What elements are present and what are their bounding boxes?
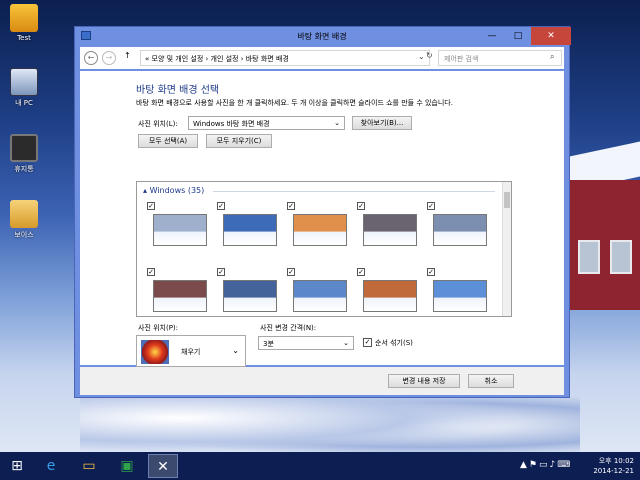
save-changes-button[interactable]: 변경 내용 저장 [388, 374, 460, 388]
wallpaper-tile[interactable]: ✓ [283, 266, 349, 316]
content-pane: 바탕 화면 배경 선택 바탕 화면 배경으로 사용할 사진을 한 개 클릭하세요… [80, 71, 564, 367]
wallpaper-tile[interactable]: ✓ [353, 200, 419, 264]
tile-checkbox[interactable]: ✓ [287, 268, 295, 276]
tile-checkbox[interactable]: ✓ [427, 268, 435, 276]
wallpaper-tile[interactable]: ✓ [143, 200, 209, 264]
location-label: 사진 위치(L): [138, 120, 178, 128]
wallpaper-thumbnail [153, 280, 207, 312]
position-label: 사진 위치(P): [138, 324, 179, 332]
forward-arrow-icon[interactable]: → [102, 51, 116, 65]
wallpaper-thumbnail [363, 280, 417, 312]
desktop-icon-recycle-bin[interactable]: 휴지통 [6, 134, 42, 174]
control-panel-taskbar-icon[interactable]: ✕ [148, 454, 178, 478]
taskbar: ⊞ e ▭ ▣ ✕ ▲⚑▭♪⌨ 오후 10:02 2014-12-21 [0, 452, 640, 480]
breadcrumb[interactable]: « 모양 및 개인 설정 › 개인 설정 › 바탕 화면 배경 [140, 50, 430, 66]
title-bar[interactable]: 바탕 화면 배경 — □ ✕ [75, 27, 571, 45]
wallpaper-thumbnail [223, 214, 277, 246]
tile-checkbox[interactable]: ✓ [287, 202, 295, 210]
tile-checkbox[interactable]: ✓ [357, 202, 365, 210]
picture-position-select[interactable]: 채우기 ⌄ [136, 335, 246, 367]
folder-icon [10, 200, 38, 228]
desktop-background-window: 바탕 화면 배경 — □ ✕ ← → ↑ « 모양 및 개인 설정 › 개인 설… [74, 26, 571, 398]
cancel-button[interactable]: 취소 [468, 374, 514, 388]
tile-checkbox[interactable]: ✓ [147, 268, 155, 276]
wallpaper-thumbnail [433, 280, 487, 312]
browse-button[interactable]: 찾아보기(B)... [352, 116, 412, 130]
tile-checkbox[interactable]: ✓ [427, 202, 435, 210]
wallpaper-gallery: ▴ Windows (35) ✓ ✓ ✓ ✓ ✓ ✓ ✓ ✓ ✓ ✓ [136, 181, 512, 317]
address-bar: ← → ↑ « 모양 및 개인 설정 › 개인 설정 › 바탕 화면 배경 ⌄ … [80, 47, 564, 69]
shuffle-checkbox[interactable]: ✓ [363, 338, 372, 347]
wallpaper-tile[interactable]: ✓ [143, 266, 209, 316]
back-arrow-icon[interactable]: ← [84, 51, 98, 65]
store-icon[interactable]: ▣ [112, 454, 142, 478]
recycle-bin-icon [10, 134, 38, 162]
wallpaper-tile[interactable]: ✓ [353, 266, 419, 316]
wallpaper-tile[interactable]: ✓ [213, 266, 279, 316]
select-all-button[interactable]: 모두 선택(A) [138, 134, 198, 148]
user-icon [10, 4, 38, 32]
wallpaper-thumbnail [223, 280, 277, 312]
interval-select[interactable]: 3분 ⌄ [258, 336, 354, 350]
wallpaper-thumbnail [293, 280, 347, 312]
close-button[interactable]: ✕ [531, 27, 571, 45]
wallpaper-thumbnail [153, 214, 207, 246]
wallpaper-tile[interactable]: ✓ [213, 200, 279, 264]
maximize-button[interactable]: □ [505, 27, 531, 45]
internet-explorer-icon[interactable]: e [36, 454, 66, 478]
computer-icon [10, 68, 38, 96]
picture-location-select[interactable]: Windows 바탕 화면 배경 ⌄ [188, 116, 345, 130]
tile-checkbox[interactable]: ✓ [217, 268, 225, 276]
wallpaper-thumbnail [363, 214, 417, 246]
up-arrow-icon[interactable]: ↑ [124, 51, 131, 60]
minimize-button[interactable]: — [479, 27, 505, 45]
refresh-icon[interactable]: ↻ [426, 51, 433, 60]
search-input[interactable]: 제어판 검색 [438, 50, 562, 66]
chevron-down-icon: ⌄ [232, 346, 239, 355]
interval-label: 사진 변경 간격(N): [260, 324, 317, 332]
start-windows-icon[interactable]: ⊞ [2, 454, 32, 478]
footer-bar: 변경 내용 저장 취소 [80, 367, 564, 395]
search-icon[interactable]: ⌕ [550, 52, 554, 62]
group-header[interactable]: ▴ Windows (35) [143, 186, 204, 195]
wallpaper-thumbnail [293, 214, 347, 246]
page-title: 바탕 화면 배경 선택 [136, 85, 220, 96]
clock[interactable]: 오후 10:02 2014-12-21 [593, 456, 634, 476]
flower-swatch-icon [141, 340, 169, 364]
tile-checkbox[interactable]: ✓ [217, 202, 225, 210]
desktop-icon-folder[interactable]: 보이스 [6, 200, 42, 240]
wallpaper-tile[interactable]: ✓ [423, 200, 489, 264]
wallpaper-snow [80, 390, 580, 460]
file-explorer-icon[interactable]: ▭ [74, 454, 104, 478]
clear-all-button[interactable]: 모두 지우기(C) [206, 134, 272, 148]
vertical-scrollbar[interactable] [502, 182, 511, 316]
chevron-down-icon: ⌄ [343, 339, 349, 347]
wallpaper-house [570, 180, 640, 310]
desktop-icon-my-pc[interactable]: 내 PC [6, 68, 42, 108]
dropdown-chevron-icon[interactable]: ⌄ [418, 52, 425, 61]
chevron-down-icon: ⌄ [334, 119, 340, 127]
system-tray-icons[interactable]: ▲⚑▭♪⌨ [520, 460, 572, 470]
tile-checkbox[interactable]: ✓ [147, 202, 155, 210]
tile-checkbox[interactable]: ✓ [357, 268, 365, 276]
wallpaper-tile[interactable]: ✓ [283, 200, 349, 264]
wallpaper-tile[interactable]: ✓ [423, 266, 489, 316]
desktop-icon-test[interactable]: Test [6, 4, 42, 42]
instruction-text: 바탕 화면 배경으로 사용할 사진을 한 개 클릭하세요. 두 개 이상을 클릭… [136, 99, 453, 107]
shuffle-label: 순서 섞기(S) [375, 339, 413, 347]
wallpaper-thumbnail [433, 214, 487, 246]
